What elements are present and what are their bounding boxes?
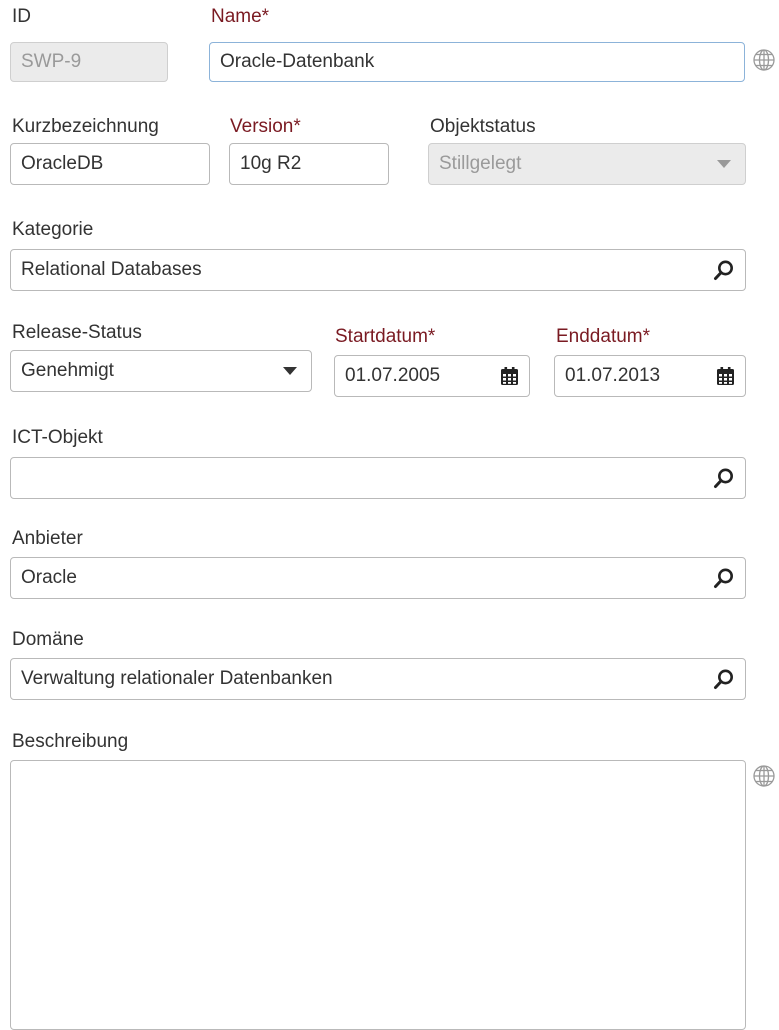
search-icon[interactable] (713, 259, 735, 281)
object-status-value: Stillgelegt (439, 153, 522, 174)
search-icon[interactable] (713, 467, 735, 489)
version-value: 10g R2 (240, 153, 302, 174)
release-status-select[interactable]: Genehmigt (10, 350, 312, 392)
id-value: SWP-9 (21, 51, 82, 72)
chevron-down-icon (717, 160, 731, 168)
short-name-label: Kurzbezeichnung (12, 116, 159, 137)
domain-label: Domäne (12, 629, 84, 650)
release-status-value: Genehmigt (21, 360, 114, 381)
start-date-field[interactable]: 01.07.2005 (334, 355, 530, 397)
vendor-label: Anbieter (12, 528, 83, 549)
category-label: Kategorie (12, 219, 94, 240)
calendar-icon[interactable] (501, 367, 518, 385)
category-field[interactable]: Relational Databases (10, 249, 746, 291)
end-date-field[interactable]: 01.07.2013 (554, 355, 746, 397)
version-label: Version* (230, 116, 301, 137)
ict-object-field[interactable] (10, 457, 746, 499)
version-field[interactable]: 10g R2 (229, 143, 389, 185)
object-status-select: Stillgelegt (428, 143, 746, 185)
name-field[interactable]: Oracle-Datenbank (209, 42, 745, 82)
name-value: Oracle-Datenbank (220, 51, 375, 72)
globe-icon[interactable] (752, 48, 776, 72)
vendor-field[interactable]: Oracle (10, 557, 746, 599)
id-field: SWP-9 (10, 42, 168, 82)
chevron-down-icon (283, 367, 297, 375)
description-label: Beschreibung (12, 731, 129, 752)
start-date-value: 01.07.2005 (345, 365, 441, 386)
globe-icon[interactable] (752, 764, 776, 788)
vendor-value: Oracle (21, 567, 77, 588)
calendar-icon[interactable] (717, 367, 734, 385)
id-label: ID (12, 6, 31, 27)
end-date-label: Enddatum* (556, 326, 651, 347)
short-name-value: OracleDB (21, 153, 104, 174)
domain-value: Verwaltung relationaler Datenbanken (21, 668, 333, 689)
release-status-label: Release-Status (12, 322, 142, 343)
search-icon[interactable] (713, 567, 735, 589)
search-icon[interactable] (713, 668, 735, 690)
ict-object-label: ICT-Objekt (12, 427, 103, 448)
object-status-label: Objektstatus (430, 116, 536, 137)
category-value: Relational Databases (21, 259, 202, 280)
end-date-value: 01.07.2013 (565, 365, 661, 386)
start-date-label: Startdatum* (335, 326, 436, 347)
short-name-field[interactable]: OracleDB (10, 143, 210, 185)
domain-field[interactable]: Verwaltung relationaler Datenbanken (10, 658, 746, 700)
description-textarea[interactable] (10, 760, 746, 1030)
name-label: Name* (211, 6, 270, 27)
